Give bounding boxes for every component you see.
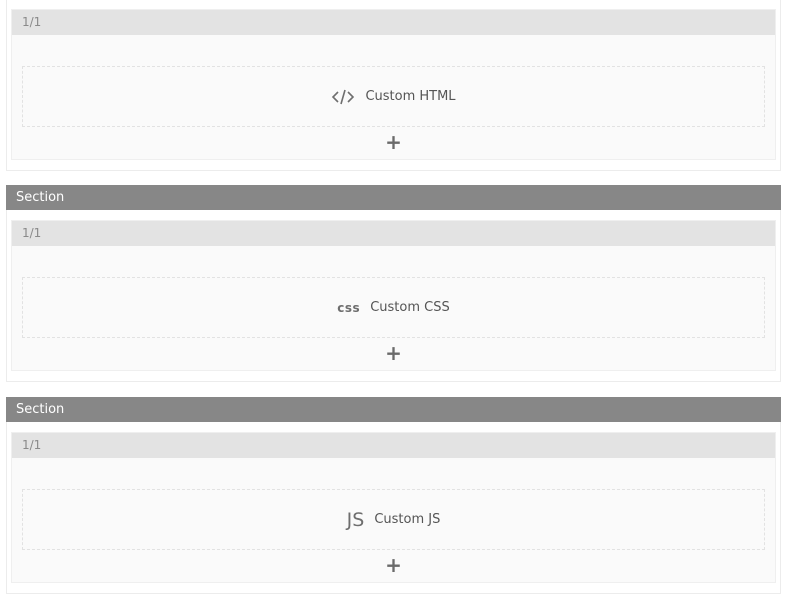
element-label: Custom CSS	[370, 300, 450, 315]
element-label: Custom HTML	[365, 89, 456, 104]
custom-html-element[interactable]: Custom HTML	[22, 66, 765, 127]
plus-icon: +	[385, 130, 402, 154]
section-body: 1/1 JS Custom JS +	[6, 422, 781, 594]
element-label: Custom JS	[374, 512, 441, 527]
js-icon: JS	[346, 508, 365, 531]
section-body: 1/1 css Custom CSS +	[6, 210, 781, 382]
section-body: 1/1 Custom HTML +	[6, 0, 781, 171]
column-header[interactable]: 1/1	[12, 221, 775, 246]
section-header[interactable]: Section	[6, 185, 781, 210]
section-1: 1/1 Custom HTML +	[6, 0, 781, 171]
custom-js-element[interactable]: JS Custom JS	[22, 489, 765, 550]
column-header[interactable]: 1/1	[12, 433, 775, 458]
code-brackets-icon	[331, 88, 355, 106]
column-row: 1/1 Custom HTML +	[11, 9, 776, 160]
add-element-button[interactable]: +	[12, 338, 775, 368]
column-row: 1/1 JS Custom JS +	[11, 432, 776, 583]
add-element-button[interactable]: +	[12, 127, 775, 157]
column-row: 1/1 css Custom CSS +	[11, 220, 776, 371]
section-3: Section 1/1 JS Custom JS +	[6, 397, 781, 594]
add-element-button[interactable]: +	[12, 550, 775, 580]
section-header[interactable]: Section	[6, 397, 781, 422]
plus-icon: +	[385, 553, 402, 577]
plus-icon: +	[385, 341, 402, 365]
column-header[interactable]: 1/1	[12, 10, 775, 35]
custom-css-element[interactable]: css Custom CSS	[22, 277, 765, 338]
css-icon: css	[337, 300, 361, 315]
section-2: Section 1/1 css Custom CSS +	[6, 185, 781, 382]
